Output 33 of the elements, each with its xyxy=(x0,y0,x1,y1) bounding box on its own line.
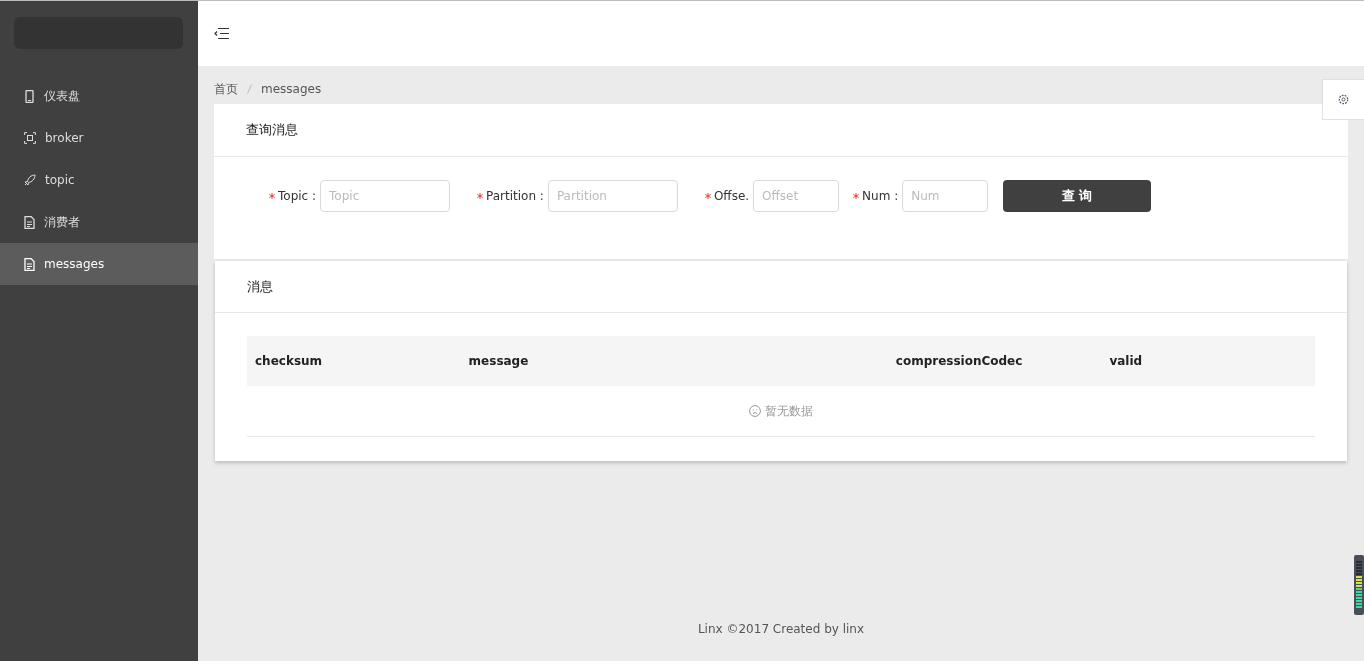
empty-text: 暂无数据 xyxy=(765,403,813,420)
sidebar-item[interactable]: 消费者 xyxy=(0,201,198,243)
sidebar-item[interactable]: messages xyxy=(0,243,198,285)
scan-icon xyxy=(24,132,36,144)
field-label: Topic : xyxy=(278,187,317,205)
input-field[interactable]: Partition xyxy=(547,179,678,212)
phone-icon xyxy=(24,89,35,103)
column-header: checksum xyxy=(254,354,323,368)
field-label: Partition : xyxy=(486,187,544,205)
input-field[interactable]: Topic xyxy=(320,179,451,212)
menu-fold-icon[interactable] xyxy=(214,27,230,40)
settings-icon xyxy=(1338,94,1349,105)
card-title: 消息 xyxy=(215,260,1347,313)
column-header: message xyxy=(467,354,529,368)
column-header: valid xyxy=(1108,354,1143,368)
input-field[interactable]: Num xyxy=(902,179,989,212)
field-label: Offse. xyxy=(713,187,750,205)
sidebar-item[interactable]: topic xyxy=(0,159,198,201)
field-label: Num : xyxy=(862,187,899,205)
breadcrumb-current: messages xyxy=(261,81,322,98)
query-button[interactable]: 查 询 xyxy=(1003,179,1152,212)
footer-text: Linx ©2017 Created by linx xyxy=(697,622,865,636)
breadcrumb-separator-icon xyxy=(247,84,252,94)
column-header: compressionCodec xyxy=(894,354,1023,368)
document-icon xyxy=(24,215,35,229)
document-icon xyxy=(24,257,35,271)
sidebar-item[interactable]: broker xyxy=(0,117,198,159)
rocket-icon xyxy=(24,174,36,186)
sad-face-icon xyxy=(749,405,761,417)
sidebar-item[interactable]: 仪表盘 xyxy=(0,75,198,117)
input-field[interactable]: Offset xyxy=(753,179,840,212)
breadcrumb-link[interactable]: 首页 xyxy=(214,80,238,98)
level-meter-icon xyxy=(1354,555,1364,615)
